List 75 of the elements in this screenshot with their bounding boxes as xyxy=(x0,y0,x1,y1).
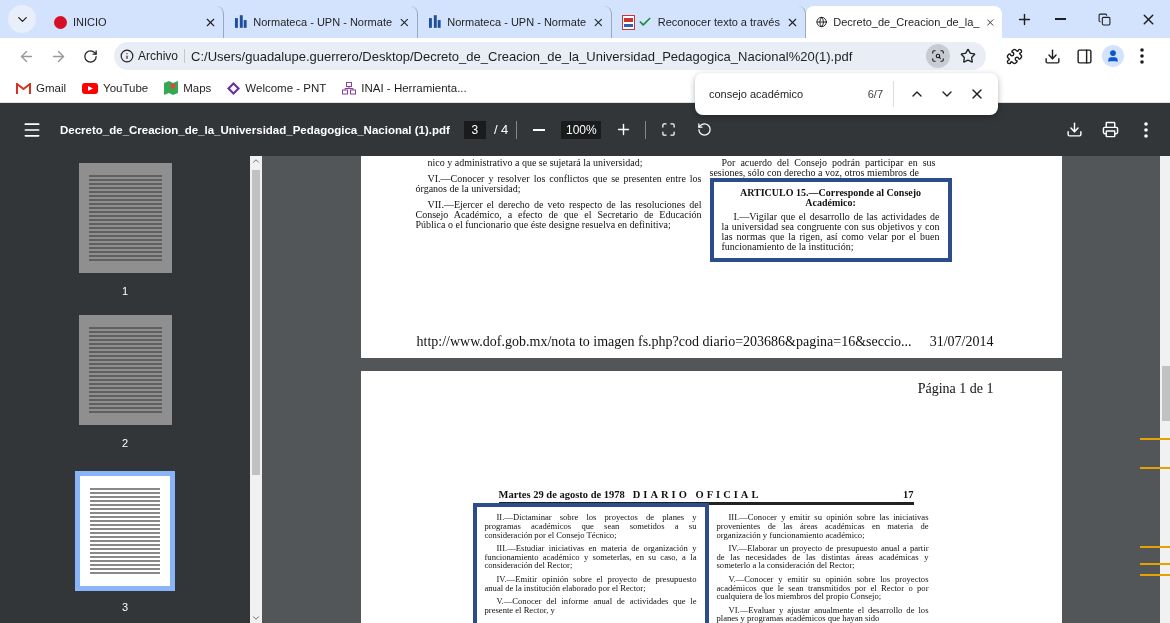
bookmark-link[interactable]: Maps xyxy=(164,81,212,95)
article-heading: ARTICULO 15.—Corresponde al Consejo Académico: xyxy=(738,188,923,208)
paragraph: III.—Estudiar iniciativas en materia de organización y funcionamiento académico y someterlas, en su caso, a la consideración del Rector; xyxy=(484,544,697,571)
minimize-icon xyxy=(1054,18,1066,20)
bookmark-link[interactable]: YouTube xyxy=(82,82,149,94)
page-number-field[interactable]: 3 xyxy=(463,120,486,139)
pdf-file-icon xyxy=(621,14,635,30)
paragraph: VI.—Evaluar y ajustar anualmente el desarrollo de los planes y programas académicos que hayan sido xyxy=(716,605,929,623)
paragraph: VI.—Conocer y resolver los conflictos que se presenten entre los órganos de la universidad; xyxy=(415,174,702,194)
bookmark-link[interactable]: INAI - Herramienta... xyxy=(342,81,467,95)
restore-icon xyxy=(1097,12,1111,26)
globe-icon xyxy=(816,15,828,29)
search-hit-marker xyxy=(1140,438,1170,440)
more-icon xyxy=(1140,48,1144,64)
lens-button[interactable] xyxy=(926,44,950,68)
search-hit-marker xyxy=(1140,574,1170,576)
rotate-icon xyxy=(696,122,712,137)
scroll-down-icon xyxy=(251,613,261,623)
search-hit-marker xyxy=(1140,546,1170,548)
scrollbar-thumb[interactable] xyxy=(252,170,260,475)
paragraph: nico y administrativo a que se sujetará la universidad; xyxy=(426,158,644,168)
profile-avatar[interactable] xyxy=(1102,45,1124,67)
play-icon xyxy=(82,82,99,94)
fit-page-icon xyxy=(660,122,676,137)
star-icon xyxy=(960,48,976,64)
page-number: 3 xyxy=(121,601,129,613)
info-icon xyxy=(120,49,134,63)
search-hit-marker xyxy=(1140,467,1170,469)
bookmark-link[interactable]: Welcome - PNT xyxy=(227,81,327,95)
bookmark-link[interactable]: Gmail xyxy=(16,82,67,94)
logo-icon xyxy=(233,15,248,29)
reload-icon xyxy=(82,48,98,64)
diamond-icon xyxy=(227,81,241,95)
paragraph: IV.—Emitir opinión sobre el proyecto de presupuesto anual de la institución elaborado por el Rector; xyxy=(484,575,697,593)
search-hit-marker xyxy=(1140,563,1170,565)
scroll-up-icon xyxy=(251,156,261,166)
scan-search-icon xyxy=(931,49,945,63)
side-panel-icon xyxy=(1075,47,1093,65)
date-text: 31/07/2014 xyxy=(929,334,994,351)
network-icon xyxy=(342,81,357,95)
page-number: 1 xyxy=(121,285,129,297)
download-icon xyxy=(1043,47,1061,65)
map-icon xyxy=(164,81,179,95)
issue-date: Martes 29 de agosto de 1978 xyxy=(498,489,625,501)
person-icon xyxy=(1106,49,1120,63)
file-chip-label: Archivo xyxy=(138,49,178,63)
url-text: C:/Users/guadalupe.guerrero/Desktop/Decreto_de_Creacion_de_la_Universidad_Pedagogica_Nacional%20(1).pdf xyxy=(191,48,854,64)
dot-icon xyxy=(54,15,67,29)
minus-icon xyxy=(533,128,546,131)
source-link[interactable]: http://www.dof.gob.mx/nota to imagen fs.php?cod diario=203686&pagina=16&seccio... xyxy=(416,334,912,351)
page-number: 2 xyxy=(121,437,129,449)
logo-icon xyxy=(427,15,442,29)
issue-page-number: 17 xyxy=(903,489,914,501)
download-icon xyxy=(1065,121,1083,138)
envelope-icon xyxy=(16,82,31,94)
puzzle-icon xyxy=(1005,47,1023,65)
more-icon xyxy=(1144,121,1148,138)
paragraph: III.—Conocer y emitir su opinión sobre las iniciativas provenientes de las áreas académicas en materia de organización y funcionamiento académico; xyxy=(716,513,929,540)
page-total: / 4 xyxy=(493,122,509,137)
page-label: Página 1 de 1 xyxy=(917,381,994,398)
paragraph: V.—Conocer y emitir su opinión sobre los proyectos académicos que le sean transmitidos por el Rector o por cualquiera de los miembros del propio Consejo; xyxy=(716,575,929,601)
paragraph: I.—Vigilar que el desarrollo de las actividades de la universidad sea congruente con sus objetivos y con las normas que la rigen, así como velar por el buen funcionamiento de la institución; xyxy=(721,212,940,252)
paragraph: IV.—Elaborar un proyecto de presupuesto anual a partir de las necesidades de las distintas áreas académicas y someterlo a la consideración del Rector; xyxy=(716,544,929,571)
document-title: Decreto_de_Creacion_de_la_Universidad_Pedagogica_Nacional (1).pdf xyxy=(60,122,450,138)
browser-tab[interactable]: Decreto_de_Creacion_de_la_ xyxy=(806,6,1002,38)
paragraph: II.—Dictaminar sobre los proyectos de planes y programas académicos que sean sometidos a su consideración por el Consejo Técnico; xyxy=(484,513,697,540)
scrollbar-thumb[interactable] xyxy=(1162,366,1170,421)
paragraph: VII.—Ejercer el derecho de veto respecto de las resoluciones del Consejo Académico, a efecto de que el Secretario de Educación Pública o el funcionario que éste designe resuelva en definitiva; xyxy=(415,200,702,230)
newspaper-name: DIARIO OFICIAL xyxy=(632,489,762,501)
match-count: 6/7 xyxy=(867,81,894,107)
paragraph: V.—Conocer del informe anual de actividades que le presente el Rector, y xyxy=(484,597,697,615)
zoom-field[interactable]: 100% xyxy=(561,120,602,139)
paragraph: Por acuerdo del Consejo podrán participar en sus sesiones, sólo con derecho a voz, otros miembros de xyxy=(709,158,936,178)
address-bar[interactable]: Archivo C:/Users/guadalupe.guerrero/Desktop/Decreto_de_Creacion_de_la_Universidad_Pedagogica_Nacional%20(1).pdf xyxy=(114,42,986,70)
printer-icon xyxy=(1101,121,1119,138)
